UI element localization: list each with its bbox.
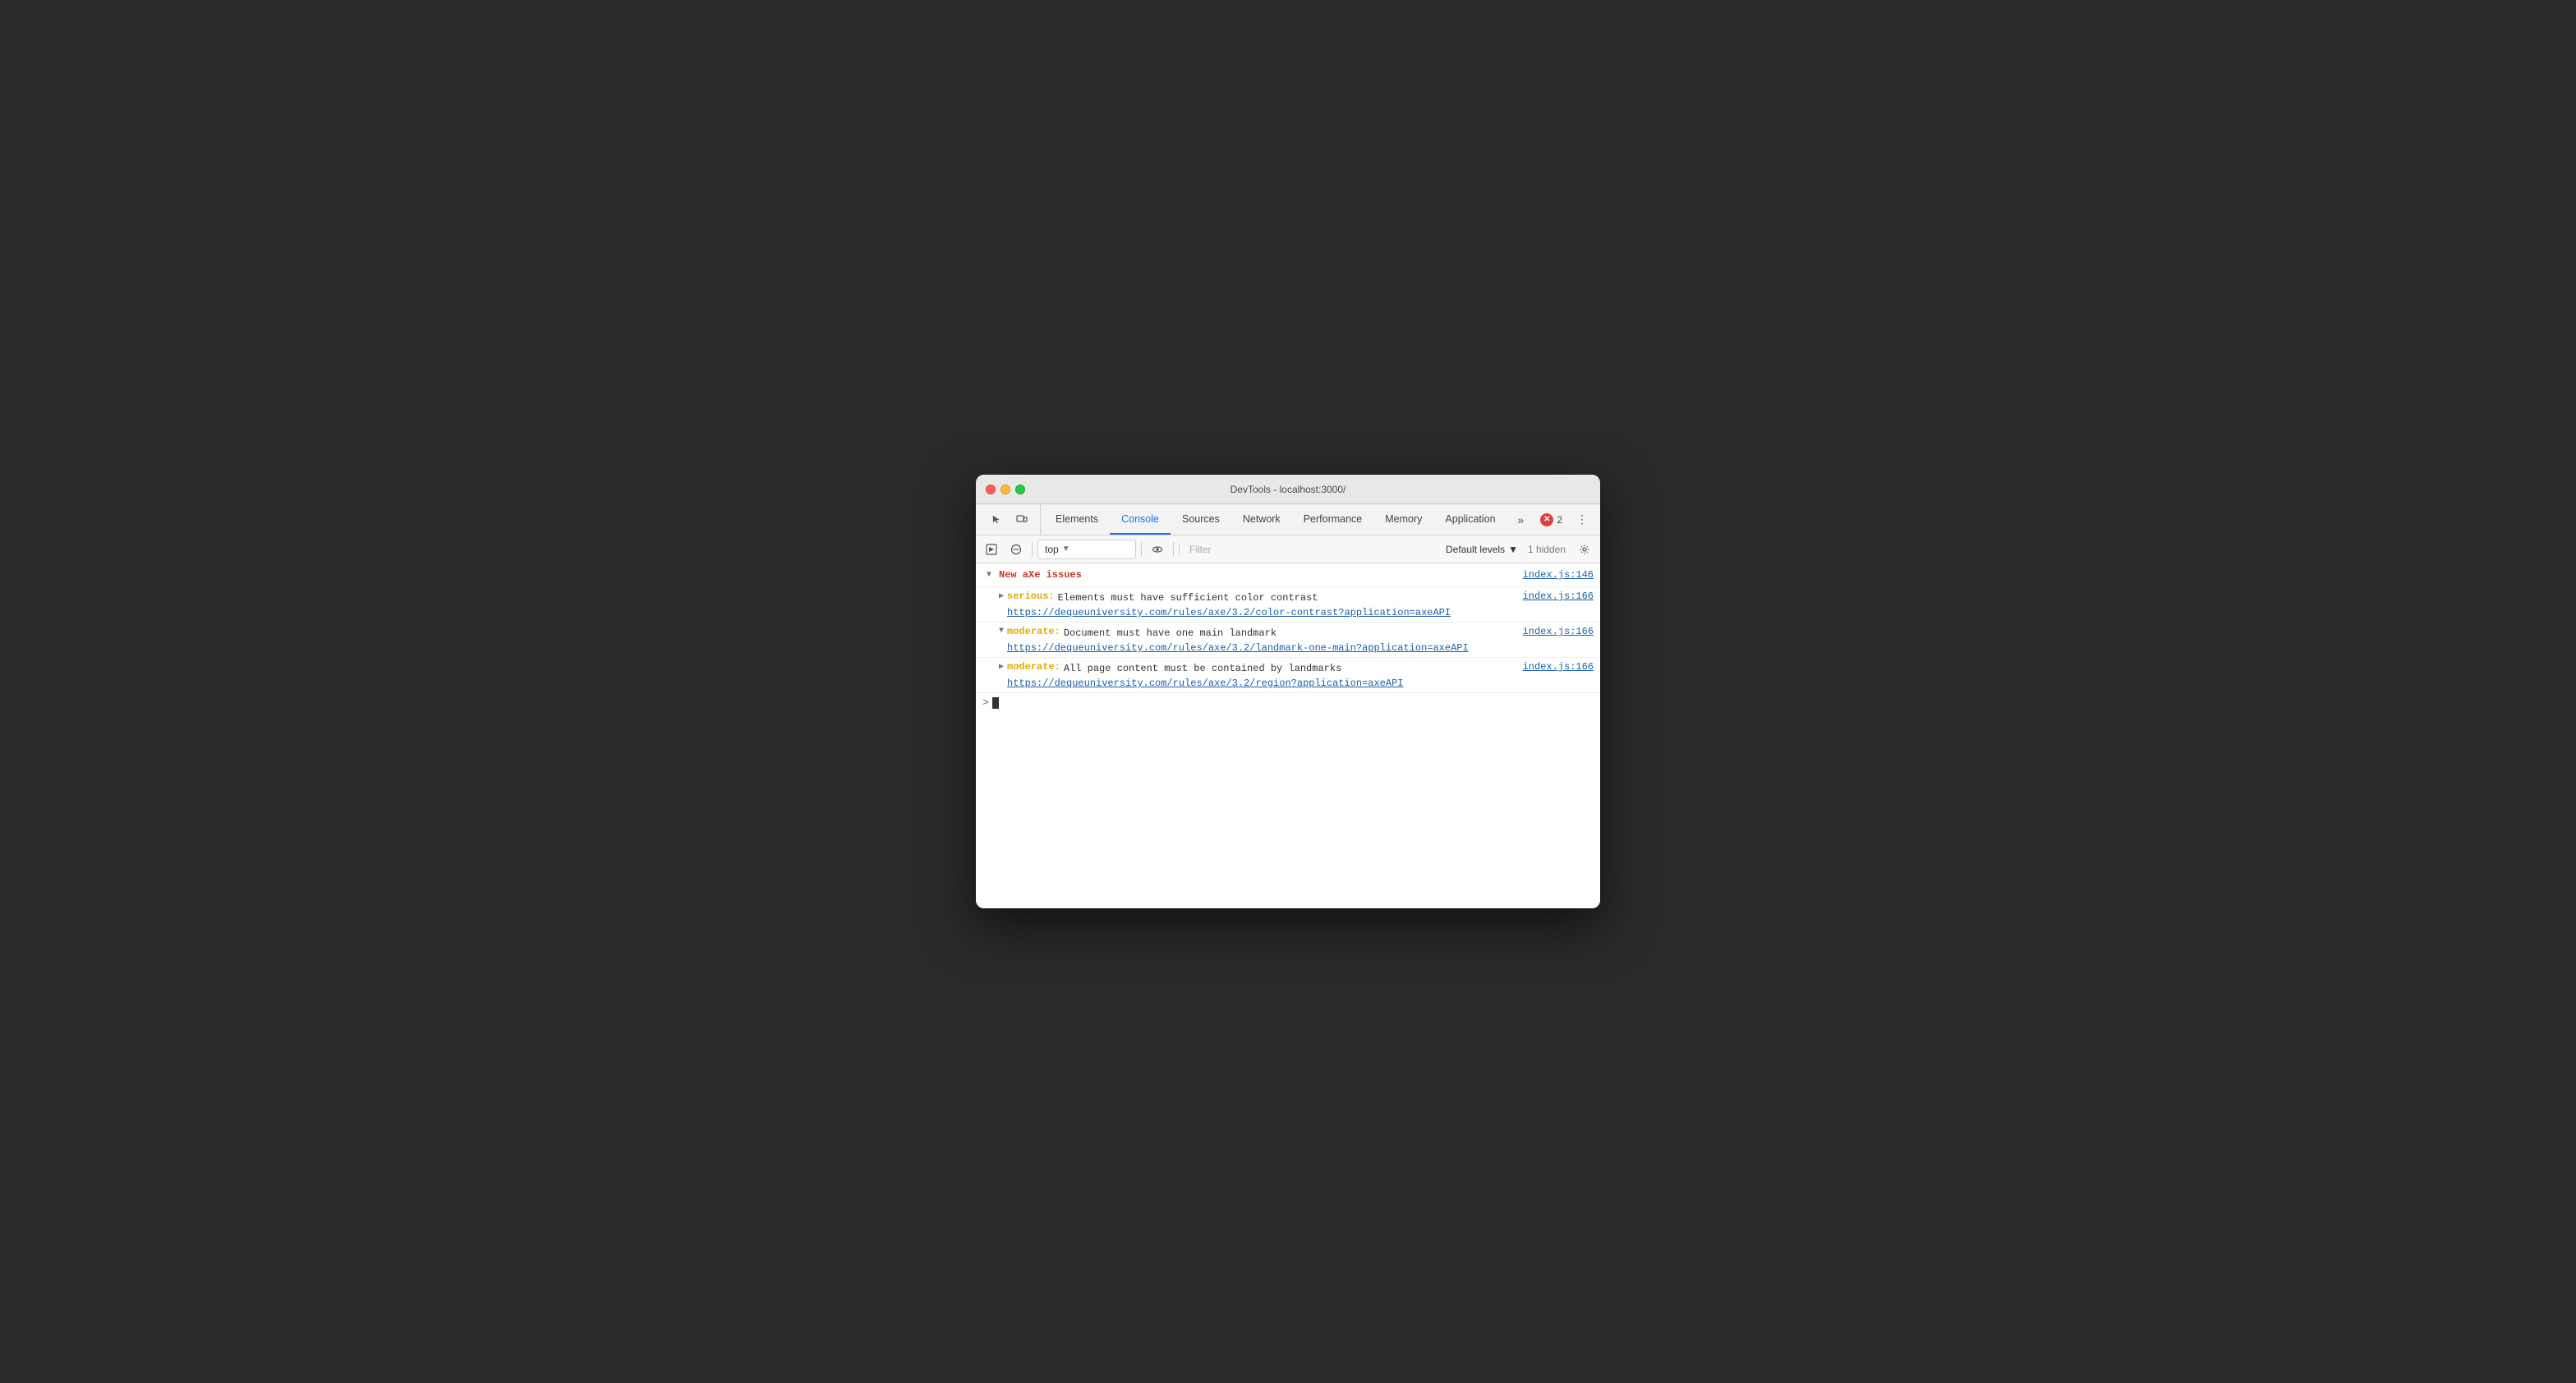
moderate-issue-1-item: ▼ moderate: Document must have one main …	[976, 623, 1600, 658]
console-cursor	[992, 697, 999, 709]
toolbar-divider-3	[1173, 542, 1174, 557]
axe-group-header: ▼ New aXe issues index.js:146	[976, 563, 1600, 587]
tab-memory[interactable]: Memory	[1373, 504, 1433, 535]
console-prompt: >	[982, 696, 989, 709]
devtools-menu-button[interactable]: ⋮	[1571, 508, 1594, 531]
console-toolbar: top ▼ Default levels ▼ 1 hidden	[976, 535, 1600, 563]
error-badge-button[interactable]: ✕ 2	[1535, 512, 1567, 528]
moderate-2-issue-header: ▶ moderate: All page content must be con…	[996, 661, 1594, 676]
moderate-1-issue-message: Document must have one main landmark	[1064, 626, 1510, 641]
moderate-1-issue-header: ▼ moderate: Document must have one main …	[996, 626, 1594, 641]
chevron-down-icon: ▼	[1062, 544, 1070, 554]
inspect-element-button[interactable]	[986, 508, 1009, 531]
maximize-button[interactable]	[1015, 485, 1025, 494]
serious-issue-link[interactable]: https://dequeuniversity.com/rules/axe/3.…	[1007, 607, 1594, 618]
group-source-link[interactable]: index.js:146	[1523, 569, 1594, 581]
group-title: New aXe issues	[999, 569, 1082, 581]
error-count: 2	[1557, 514, 1562, 526]
tab-icons	[979, 504, 1041, 535]
moderate-1-severity-label: moderate:	[1007, 626, 1060, 637]
clear-console-button[interactable]	[1005, 539, 1027, 560]
device-toggle-button[interactable]	[1010, 508, 1033, 531]
eye-icon	[1152, 544, 1163, 555]
tabs-bar: Elements Console Sources Network Perform…	[976, 504, 1600, 535]
close-button[interactable]	[986, 485, 996, 494]
hidden-count: 1 hidden	[1528, 544, 1571, 555]
moderate-2-severity-label: moderate:	[1007, 661, 1060, 673]
serious-severity-label: serious:	[1007, 590, 1055, 602]
title-bar: DevTools - localhost:3000/	[976, 475, 1600, 504]
moderate-issue-2-item: ▶ moderate: All page content must be con…	[976, 658, 1600, 693]
chevron-down-icon-levels: ▼	[1508, 544, 1518, 555]
window-title: DevTools - localhost:3000/	[1230, 484, 1346, 495]
error-icon: ✕	[1540, 513, 1553, 526]
tab-elements[interactable]: Elements	[1044, 504, 1110, 535]
console-input-line: >	[976, 693, 1600, 712]
toolbar-divider	[1032, 542, 1033, 557]
moderate-2-toggle[interactable]: ▶	[996, 662, 1007, 672]
tab-console[interactable]: Console	[1110, 504, 1171, 535]
moderate-1-toggle[interactable]: ▼	[996, 627, 1007, 636]
serious-issue-header: ▶ serious: Elements must have sufficient…	[996, 590, 1594, 605]
group-collapse-toggle[interactable]: ▼	[982, 568, 996, 581]
moderate-2-issue-message: All page content must be contained by la…	[1064, 661, 1510, 676]
filter-container	[1179, 544, 1436, 555]
moderate-2-issue-link[interactable]: https://dequeuniversity.com/rules/axe/3.…	[1007, 678, 1594, 689]
serious-toggle[interactable]: ▶	[996, 591, 1007, 601]
console-settings-button[interactable]	[1574, 539, 1595, 560]
serious-issue-message: Elements must have sufficient color cont…	[1058, 590, 1510, 605]
serious-source-link[interactable]: index.js:166	[1510, 590, 1594, 602]
device-icon	[1016, 514, 1028, 526]
clear-icon	[1010, 544, 1022, 555]
traffic-lights	[986, 485, 1025, 494]
tab-application[interactable]: Application	[1433, 504, 1506, 535]
tabs-right: » ✕ 2 ⋮	[1509, 504, 1597, 535]
toolbar-divider-2	[1141, 542, 1142, 557]
filter-input[interactable]	[1183, 544, 1436, 555]
serious-issue-item: ▶ serious: Elements must have sufficient…	[976, 587, 1600, 623]
moderate-1-source-link[interactable]: index.js:166	[1510, 626, 1594, 637]
tab-performance[interactable]: Performance	[1292, 504, 1374, 535]
cursor-icon	[991, 514, 1003, 526]
moderate-2-source-link[interactable]: index.js:166	[1510, 661, 1594, 673]
moderate-1-issue-link[interactable]: https://dequeuniversity.com/rules/axe/3.…	[1007, 642, 1594, 654]
minimize-button[interactable]	[1000, 485, 1010, 494]
execute-button[interactable]	[981, 539, 1002, 560]
context-selector[interactable]: top ▼	[1037, 540, 1136, 559]
eye-button[interactable]	[1147, 539, 1168, 560]
gear-icon	[1579, 544, 1590, 555]
more-tabs-button[interactable]: »	[1509, 508, 1532, 531]
tab-sources[interactable]: Sources	[1171, 504, 1231, 535]
default-levels-button[interactable]: Default levels ▼	[1439, 542, 1525, 557]
devtools-window: DevTools - localhost:3000/ Elements Cons…	[976, 475, 1600, 908]
console-content: ▼ New aXe issues index.js:146 ▶ serious:…	[976, 563, 1600, 908]
execute-icon	[986, 544, 997, 555]
tab-network[interactable]: Network	[1231, 504, 1292, 535]
